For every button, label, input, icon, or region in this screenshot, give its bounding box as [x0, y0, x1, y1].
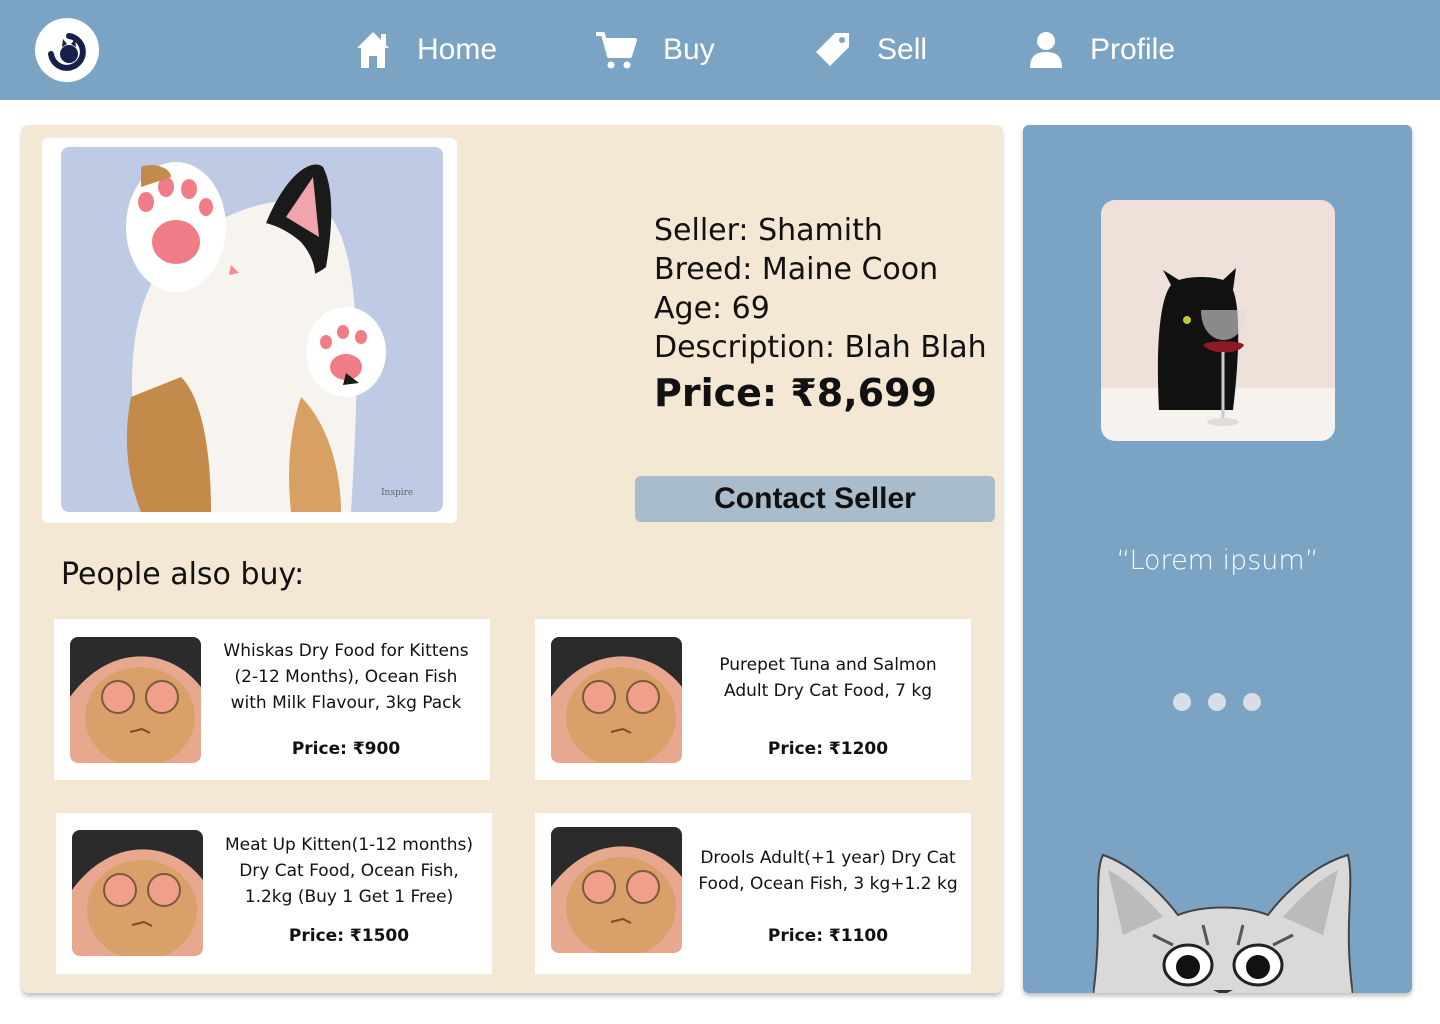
product-card[interactable]: Meat Up Kitten(1-12 months) Dry Cat Food…	[56, 813, 492, 974]
cat-logo-icon[interactable]	[35, 18, 99, 82]
product-thumbnail	[70, 637, 201, 763]
nav-buy[interactable]: Buy	[595, 26, 715, 74]
product-name: Purepet Tuna and Salmon Adult Dry Cat Fo…	[719, 655, 937, 701]
contact-seller-button[interactable]: Contact Seller	[635, 476, 995, 522]
calico-cat-image: Inspire	[61, 147, 443, 512]
people-also-buy-heading: People also buy:	[61, 557, 305, 592]
product-name: Meat Up Kitten(1-12 months) Dry Cat Food…	[225, 835, 473, 907]
black-cat-wine-image	[1101, 200, 1335, 441]
nav-sell-label: Sell	[877, 33, 928, 66]
nav-profile-label: Profile	[1090, 33, 1176, 66]
peeking-cat-illustration	[1092, 845, 1354, 993]
tag-icon	[816, 33, 849, 66]
nav-sell[interactable]: Sell	[815, 26, 927, 74]
nav-home[interactable]: Home	[355, 26, 497, 74]
listing-panel: Inspire Seller: Shamith Breed: Maine Coo…	[22, 125, 1002, 993]
product-card[interactable]: Purepet Tuna and Salmon Adult Dry Cat Fo…	[535, 619, 971, 780]
nav-home-label: Home	[417, 33, 498, 66]
product-name: Whiskas Dry Food for Kittens (2-12 Month…	[223, 641, 469, 713]
description-text: Description: Blah Blah	[654, 330, 987, 365]
product-card[interactable]: Whiskas Dry Food for Kittens (2-12 Month…	[54, 619, 490, 780]
top-navbar: Home Buy Sell Profile	[0, 0, 1440, 100]
product-price: Price: ₹1200	[767, 739, 889, 759]
product-name: Drools Adult(+1 year) Dry Cat Food, Ocea…	[698, 848, 958, 894]
listing-details: Seller: Shamith Breed: Maine Coon Age: 6…	[654, 211, 987, 417]
carousel-dot[interactable]	[1208, 693, 1226, 711]
product-thumbnail	[72, 830, 203, 956]
product-price: Price: ₹1100	[767, 926, 889, 946]
nav-buy-label: Buy	[663, 33, 715, 66]
nav-profile[interactable]: Profile	[1028, 26, 1175, 74]
svg-text:Inspire: Inspire	[381, 488, 413, 498]
home-icon	[357, 32, 389, 68]
promo-quote: “Lorem ipsum”	[1116, 545, 1319, 576]
promo-sidebar: “Lorem ipsum”	[1023, 125, 1412, 993]
product-card[interactable]: Drools Adult(+1 year) Dry Cat Food, Ocea…	[535, 813, 971, 974]
cart-icon	[596, 32, 637, 69]
breed-text: Breed: Maine Coon	[654, 252, 939, 287]
product-price: Price: ₹1500	[288, 926, 410, 946]
carousel-dots	[1173, 693, 1261, 711]
age-text: Age: 69	[654, 291, 770, 326]
price-text: Price: ₹8,699	[654, 371, 937, 415]
product-thumbnail	[551, 637, 682, 763]
seller-text: Seller: Shamith	[654, 213, 883, 248]
user-icon	[1030, 32, 1062, 68]
carousel-dot[interactable]	[1173, 693, 1191, 711]
hero-image-frame: Inspire	[42, 138, 457, 523]
product-thumbnail	[551, 827, 682, 953]
carousel-dot[interactable]	[1243, 693, 1261, 711]
product-price: Price: ₹900	[291, 739, 401, 759]
